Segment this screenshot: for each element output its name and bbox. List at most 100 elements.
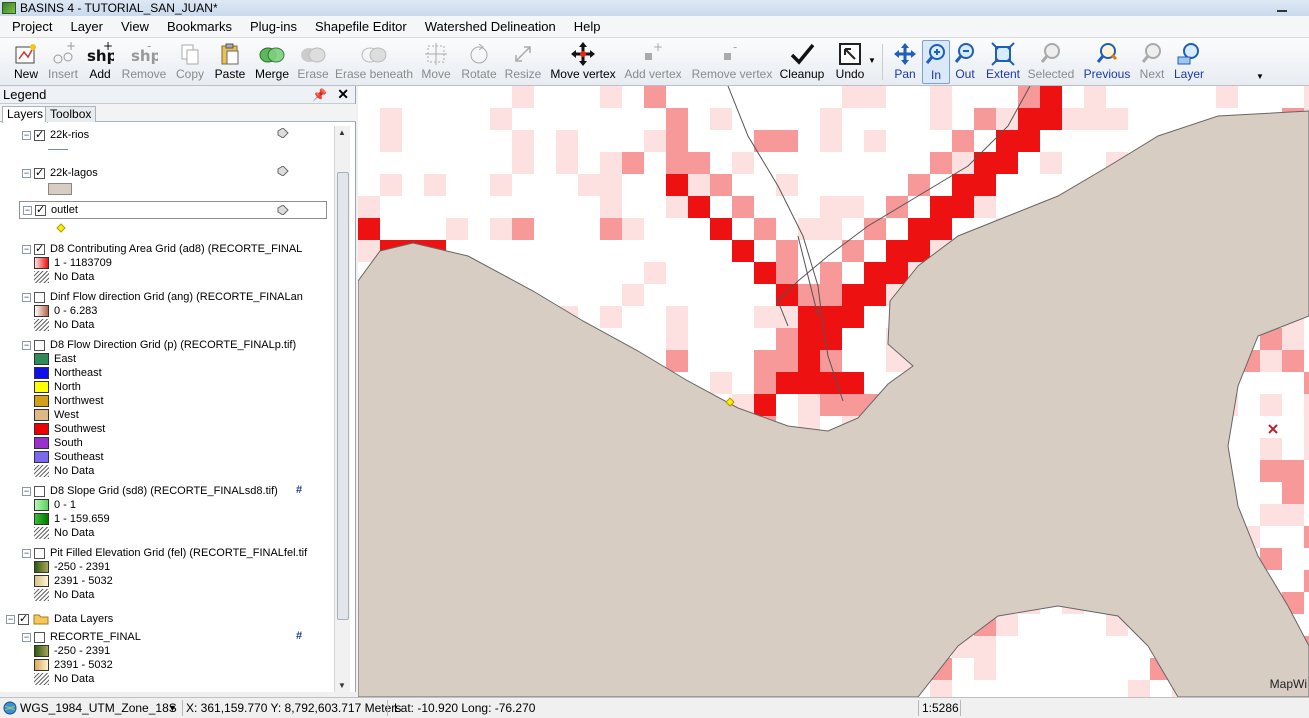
layer-visibility-checkbox[interactable] [34, 166, 45, 179]
new-button[interactable]: New [8, 40, 44, 84]
collapse-toggle[interactable]: − [22, 130, 31, 140]
layer-visibility-checkbox[interactable] [34, 547, 45, 559]
layer-visibility-checkbox[interactable] [34, 291, 45, 303]
grid-icon[interactable]: # [296, 484, 302, 496]
layer-visibility-checkbox[interactable] [34, 339, 45, 351]
rotate-button[interactable]: Rotate [460, 40, 498, 84]
raster-cell [820, 350, 842, 372]
tab-toolbox[interactable]: Toolbox [45, 106, 97, 122]
layer-name: 22k-rios [50, 129, 90, 141]
legend-class: 2391 - 5032 [0, 658, 113, 672]
minimize-button[interactable] [1277, 2, 1287, 12]
collapse-toggle[interactable]: − [22, 548, 31, 558]
raster-cell [1282, 328, 1304, 350]
move-vertex-button[interactable]: Move vertex [548, 40, 618, 84]
paste-button[interactable]: Paste [212, 40, 248, 84]
menu-help[interactable]: Help [568, 17, 607, 37]
checkmark-icon [790, 43, 815, 65]
erase-beneath-button[interactable]: Erase beneath [334, 40, 414, 84]
legend-scrollbar[interactable]: ▲ ▼ [334, 126, 350, 692]
label-tag-icon[interactable] [277, 166, 289, 176]
layer-row-ad8[interactable]: − D8 Contributing Area Grid (ad8) (RECOR… [22, 242, 302, 256]
resize-button[interactable]: Resize [504, 40, 542, 84]
scroll-down-icon[interactable]: ▼ [338, 681, 346, 690]
collapse-toggle[interactable]: − [22, 632, 31, 642]
cleanup-button[interactable]: Cleanup [778, 40, 826, 84]
zoom-in-button[interactable]: In [922, 40, 950, 84]
collapse-toggle[interactable]: − [22, 168, 31, 178]
menu-watershed-delineation[interactable]: Watershed Delineation [419, 17, 562, 37]
raster-cell [908, 218, 930, 240]
raster-cell [1260, 504, 1282, 526]
raster-cell [864, 86, 886, 108]
map-view[interactable]: MapWi [358, 86, 1309, 697]
rios-line-symbol [48, 149, 68, 150]
menu-layer[interactable]: Layer [64, 17, 109, 37]
insert-button[interactable]: + Insert [46, 40, 80, 84]
pan-button[interactable]: Pan [890, 40, 920, 84]
zoom-previous-button[interactable]: Previous [1082, 40, 1132, 84]
toolbar-overflow-icon[interactable]: ▼ [1256, 72, 1264, 81]
layer-row-lagos[interactable]: − 22k-lagos [22, 166, 98, 180]
undo-button[interactable]: Undo [832, 40, 868, 84]
layer-row-rios[interactable]: − 22k-rios [22, 128, 89, 142]
move-button[interactable]: Move [418, 40, 454, 84]
group-visibility-checkbox[interactable] [18, 612, 29, 625]
collapse-toggle[interactable]: − [22, 244, 31, 254]
full-extent-button[interactable]: Extent [984, 40, 1022, 84]
group-row-data-layers[interactable]: − Data Layers [6, 612, 113, 626]
scroll-up-icon[interactable]: ▲ [338, 128, 346, 137]
raster-cell [666, 174, 688, 196]
pin-icon[interactable]: 📌 [312, 88, 327, 102]
layer-name: D8 Slope Grid (sd8) (RECORTE_FINALsd8.ti… [50, 485, 278, 497]
menu-shapefile-editor[interactable]: Shapefile Editor [309, 17, 413, 37]
raster-cell [512, 86, 534, 108]
scroll-thumb[interactable] [337, 172, 349, 620]
zoom-selected-button[interactable]: Selected [1026, 40, 1076, 84]
grid-icon[interactable]: # [296, 630, 302, 642]
collapse-toggle[interactable]: − [22, 292, 31, 302]
layer-row-fel[interactable]: − Pit Filled Elevation Grid (fel) (RECOR… [22, 546, 307, 560]
label-tag-icon[interactable] [277, 205, 289, 215]
move-vertex-icon [571, 42, 595, 66]
menu-project[interactable]: Project [6, 17, 58, 37]
projection-dropdown-icon[interactable]: ▼ [168, 703, 177, 718]
add-vertex-button[interactable]: + Add vertex [622, 40, 684, 84]
zoom-next-button[interactable]: Next [1138, 40, 1166, 84]
zoom-layer-button[interactable]: Layer [1172, 40, 1206, 84]
collapse-toggle[interactable]: − [22, 486, 31, 496]
raster-cell [952, 196, 974, 218]
tab-layers[interactable]: Layers [2, 106, 49, 123]
close-icon[interactable]: ✕ [337, 86, 349, 103]
zoom-out-button[interactable]: Out [952, 40, 978, 84]
xy-coordinates: X: 361,159.770 Y: 8,792,603.717 Meters [186, 701, 402, 715]
menu-view[interactable]: View [115, 17, 155, 37]
label-tag-icon[interactable] [277, 128, 289, 138]
remove-button[interactable]: shp - Remove [120, 40, 168, 84]
merge-button[interactable]: Merge [252, 40, 292, 84]
collapse-toggle[interactable]: − [6, 614, 15, 624]
add-button[interactable]: shp + Add [86, 40, 114, 84]
collapse-toggle[interactable]: − [22, 340, 31, 350]
raster-cell [1282, 482, 1304, 504]
layer-row-ang[interactable]: − Dinf Flow direction Grid (ang) (RECORT… [22, 290, 303, 304]
layer-visibility-checkbox[interactable] [34, 631, 45, 643]
raster-cell [798, 218, 820, 240]
remove-vertex-button[interactable]: - Remove vertex [690, 40, 774, 84]
menu-plugins[interactable]: Plug-ins [244, 17, 303, 37]
layer-row-sd8[interactable]: − D8 Slope Grid (sd8) (RECORTE_FINALsd8.… [22, 484, 278, 498]
map-canvas[interactable] [358, 86, 1309, 697]
undo-dropdown-icon[interactable]: ▼ [868, 56, 876, 65]
collapse-toggle[interactable]: − [23, 205, 32, 215]
layer-visibility-checkbox[interactable] [34, 128, 45, 141]
layer-visibility-checkbox[interactable] [35, 203, 46, 216]
copy-button[interactable]: Copy [172, 40, 208, 84]
layer-row-p[interactable]: − D8 Flow Direction Grid (p) (RECORTE_FI… [22, 338, 296, 352]
layer-visibility-checkbox[interactable] [34, 485, 45, 497]
erase-button[interactable]: Erase [296, 40, 330, 84]
projection-label[interactable]: WGS_1984_UTM_Zone_18S [20, 701, 177, 716]
layer-row-recorte[interactable]: − RECORTE_FINAL [22, 630, 141, 644]
menu-bookmarks[interactable]: Bookmarks [161, 17, 238, 37]
zoom-next-icon [1141, 43, 1161, 63]
layer-visibility-checkbox[interactable] [34, 242, 45, 255]
